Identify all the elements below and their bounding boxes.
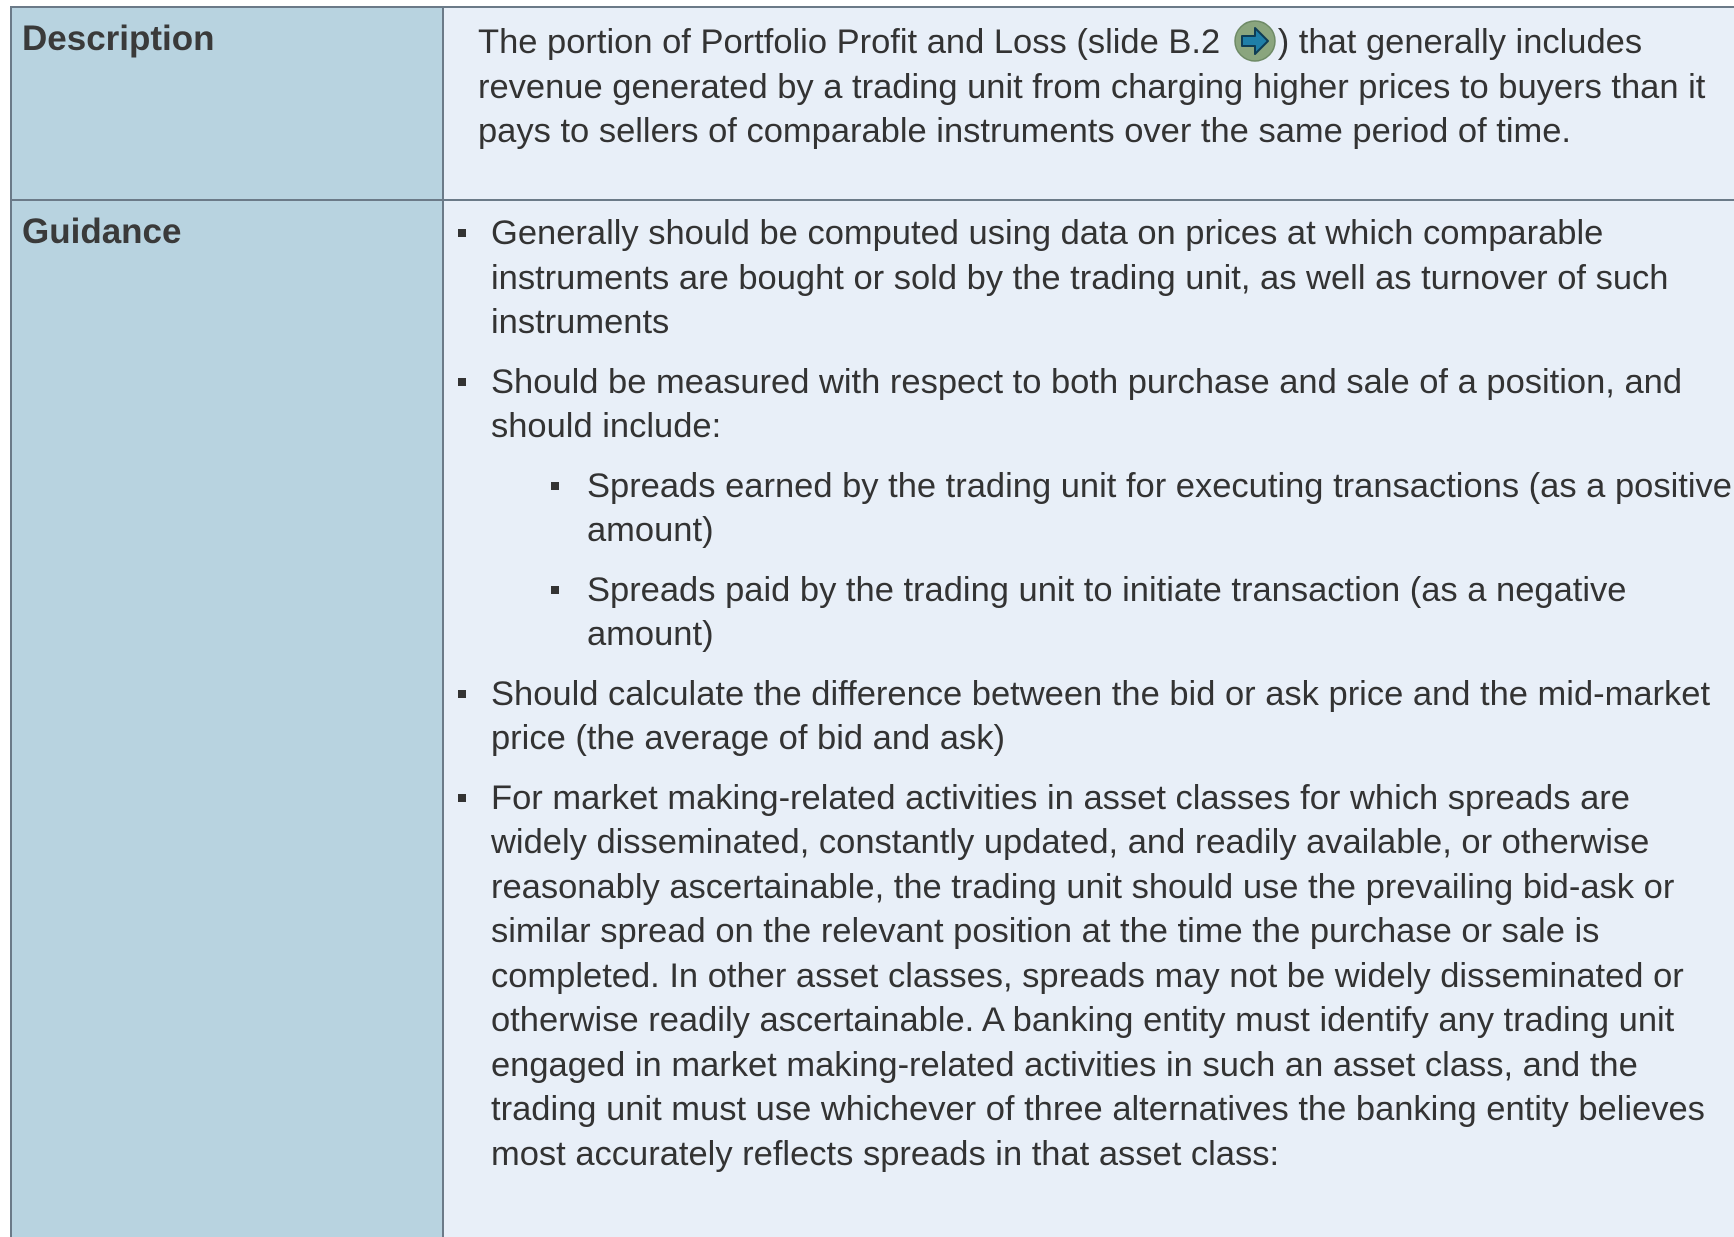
description-row: Description The portion of Portfolio Pro… [12,8,1734,201]
list-item: Should be measured with respect to both … [456,360,1734,657]
guidance-label: Guidance [12,201,444,1237]
sub-list-item: Spreads paid by the trading unit to init… [456,568,1734,657]
list-item: Generally should be computed using data … [456,211,1734,345]
square-bullet-icon [458,793,466,802]
sub-list-item-text: Spreads earned by the trading unit for e… [587,466,1732,550]
sub-list-item: Spreads earned by the trading unit for e… [456,464,1734,553]
description-label: Description [12,8,444,199]
guidance-row: Guidance Generally should be computed us… [12,201,1734,1237]
arrow-right-icon[interactable] [1233,19,1277,63]
description-content: The portion of Portfolio Profit and Loss… [444,8,1734,199]
square-bullet-icon [458,377,466,386]
list-item: Should calculate the difference between … [456,672,1734,761]
guidance-list: Generally should be computed using data … [456,211,1734,1176]
list-item-text: For market making-related activities in … [491,778,1705,1173]
sub-list-item-text: Spreads paid by the trading unit to init… [587,570,1627,654]
definition-table: Description The portion of Portfolio Pro… [10,6,1734,1237]
square-bullet-icon [551,481,559,490]
description-text-before: The portion of Portfolio Profit and Loss… [478,23,1230,61]
square-bullet-icon [458,229,466,237]
list-item-text: Generally should be computed using data … [491,214,1669,341]
list-item-text: Should be measured with respect to both … [491,362,1683,446]
square-bullet-icon [458,689,466,698]
square-bullet-icon [551,585,559,594]
list-item: For market making-related activities in … [456,776,1734,1177]
guidance-sub-list: Spreads earned by the trading unit for e… [491,464,1734,657]
guidance-content: Generally should be computed using data … [444,201,1734,1237]
list-item-text: Should calculate the difference between … [491,674,1711,758]
